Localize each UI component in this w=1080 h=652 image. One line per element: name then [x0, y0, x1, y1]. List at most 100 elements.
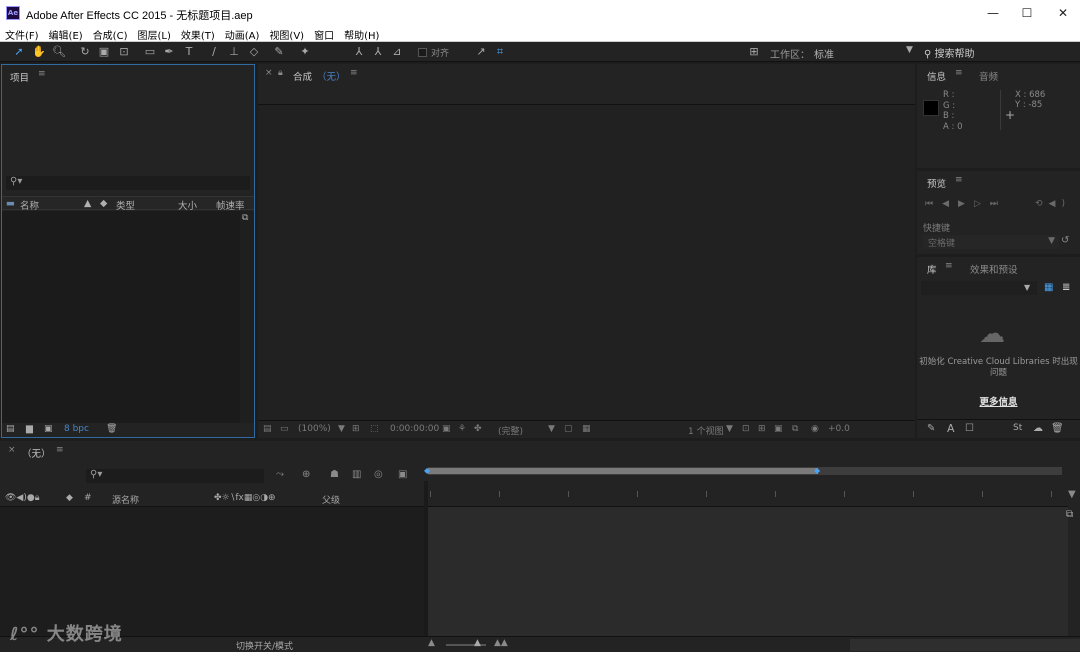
monitor-icon[interactable]: ▭: [280, 424, 289, 434]
work-area-bar[interactable]: [428, 468, 818, 474]
column-type[interactable]: 类型: [116, 198, 135, 212]
comp-tab-label[interactable]: 合成: [293, 69, 312, 83]
layer-list[interactable]: [0, 507, 424, 636]
menu-effect[interactable]: 效果(T): [176, 26, 220, 42]
eraser-tool-icon[interactable]: ◇: [247, 45, 261, 59]
audio-icon[interactable]: ◀): [1049, 199, 1071, 209]
menu-animation[interactable]: 动画(A): [220, 26, 265, 42]
menu-file[interactable]: 文件(F): [0, 26, 44, 42]
project-scrollbar[interactable]: ⧉: [240, 211, 254, 423]
type-tool-icon[interactable]: T: [182, 45, 196, 59]
toggle-switches-modes[interactable]: 切换开关/模式: [236, 639, 293, 652]
new-folder-icon[interactable]: ▆: [26, 424, 33, 434]
menu-help[interactable]: 帮助(H): [339, 26, 384, 42]
panel-menu-icon[interactable]: ≡: [955, 68, 963, 78]
mask-icon[interactable]: ⬚: [370, 424, 379, 434]
time-ruler[interactable]: [428, 481, 1068, 507]
brush-tool-icon[interactable]: ∕: [207, 45, 221, 59]
panel-menu-icon[interactable]: ≡: [56, 445, 64, 455]
close-tab-icon[interactable]: ×: [8, 445, 16, 455]
chevron-down-icon[interactable]: ▼: [906, 45, 913, 55]
first-frame-icon[interactable]: ⏮: [925, 199, 942, 209]
hide-shy-icon[interactable]: ☗: [330, 469, 339, 480]
transparency-grid-icon[interactable]: ▦: [582, 424, 591, 434]
chevron-down-icon[interactable]: ▼: [338, 424, 345, 434]
chevron-down-icon[interactable]: ▼: [548, 424, 555, 434]
frame-blending-icon[interactable]: ▥: [352, 469, 361, 480]
search-help-input[interactable]: ⚲ 搜索帮助: [924, 45, 975, 60]
puppet-pin-tool-icon[interactable]: ✦: [298, 45, 312, 59]
project-item-list[interactable]: [2, 211, 240, 423]
preview-panel-title[interactable]: 预览: [927, 176, 946, 190]
add-color-icon[interactable]: ☐: [965, 423, 974, 434]
prev-frame-icon[interactable]: ◀: [942, 199, 958, 209]
snap-checkbox[interactable]: [418, 48, 427, 57]
work-area-end-handle[interactable]: ◆: [814, 466, 820, 475]
color-channel-icon[interactable]: ✤: [474, 424, 482, 434]
zoom-in-icon[interactable]: ▲▲: [494, 638, 508, 648]
snap-edges-icon[interactable]: ↗: [474, 45, 488, 59]
pan-behind-tool-icon[interactable]: ⊡: [117, 45, 131, 59]
timeline-tab-label[interactable]: （无）: [22, 446, 51, 460]
next-frame-icon[interactable]: ▷: [974, 199, 990, 209]
view-axis-icon[interactable]: ⊿: [390, 45, 404, 59]
comp-tab-value[interactable]: （无）: [317, 69, 346, 83]
tab-audio[interactable]: 音频: [979, 69, 998, 83]
local-axis-icon[interactable]: ⅄: [352, 45, 366, 59]
column-source-name[interactable]: 源名称: [112, 493, 139, 506]
tab-library[interactable]: 库: [927, 262, 937, 276]
grid-view-icon[interactable]: ▦: [1044, 282, 1053, 293]
snapshot-icon[interactable]: ▣: [442, 424, 451, 434]
loop-icon[interactable]: ⟲: [1035, 199, 1049, 209]
tab-effects-presets[interactable]: 效果和预设: [970, 262, 1018, 276]
timeline-search-input[interactable]: ⚲▾: [86, 469, 264, 483]
project-panel-title[interactable]: 项目: [10, 70, 29, 84]
world-axis-icon[interactable]: ⅄: [371, 45, 385, 59]
trash-icon[interactable]: 🗑︎: [1051, 423, 1064, 434]
exposure-icon[interactable]: ◉: [811, 424, 819, 434]
timeline-icon[interactable]: ▣: [774, 424, 783, 434]
zoom-handle[interactable]: ▲: [474, 638, 481, 648]
zoom-out-icon[interactable]: ▲: [428, 638, 435, 648]
timecode-display[interactable]: 0:00:00:00: [390, 424, 439, 434]
camera-tool-icon[interactable]: ▣: [97, 45, 111, 59]
bpc-button[interactable]: 8 bpc: [64, 424, 89, 434]
navigator-icon[interactable]: ⧉: [1066, 509, 1073, 520]
sync-icon[interactable]: ☁: [1033, 423, 1043, 434]
zoom-tool-icon[interactable]: 🔍︎: [52, 45, 66, 59]
resolution-select[interactable]: (完整): [498, 424, 523, 437]
graph-editor-icon[interactable]: ▣: [398, 469, 407, 480]
close-icon[interactable]: ✕: [1048, 4, 1078, 22]
layer-track-area[interactable]: [428, 507, 1068, 636]
roto-brush-tool-icon[interactable]: ✎: [272, 45, 286, 59]
show-snapshot-icon[interactable]: ⚘: [458, 424, 466, 434]
pen-tool-icon[interactable]: ✒: [162, 45, 176, 59]
play-icon[interactable]: ▶: [958, 199, 974, 209]
stock-icon[interactable]: St: [1013, 423, 1022, 433]
menu-composition[interactable]: 合成(C): [88, 26, 133, 42]
zoom-select[interactable]: (100%): [298, 424, 331, 434]
new-comp-icon[interactable]: ▣: [44, 424, 53, 434]
add-text-icon[interactable]: A: [947, 422, 955, 435]
chevron-down-icon[interactable]: ▼: [1024, 283, 1030, 292]
more-info-link[interactable]: 更多信息: [917, 394, 1080, 408]
always-preview-icon[interactable]: ▤: [263, 424, 272, 434]
flowchart-icon[interactable]: ⧉: [792, 424, 798, 434]
library-select[interactable]: [921, 281, 1037, 295]
selection-tool-icon[interactable]: ➚: [12, 45, 26, 59]
menu-view[interactable]: 视图(V): [264, 26, 309, 42]
column-parent[interactable]: 父级: [322, 493, 340, 506]
hand-tool-icon[interactable]: ✋: [32, 45, 46, 59]
snap-features-icon[interactable]: ⌗: [493, 45, 507, 59]
rectangle-tool-icon[interactable]: ▭: [143, 45, 157, 59]
region-of-interest-icon[interactable]: ▢: [564, 424, 573, 434]
comp-button-icon[interactable]: ▼: [1068, 489, 1076, 500]
comp-mini-flowchart-icon[interactable]: ⤳: [276, 469, 284, 480]
add-graphic-icon[interactable]: ✎: [927, 423, 935, 434]
rotate-tool-icon[interactable]: ↻: [78, 45, 92, 59]
tab-info[interactable]: 信息: [927, 69, 946, 83]
clone-stamp-tool-icon[interactable]: ⊥: [227, 45, 241, 59]
project-search-input[interactable]: ⚲▾: [6, 176, 250, 190]
toggle-pixel-icon[interactable]: ⊡: [742, 424, 750, 434]
grid-icon[interactable]: ⊞: [352, 424, 360, 434]
